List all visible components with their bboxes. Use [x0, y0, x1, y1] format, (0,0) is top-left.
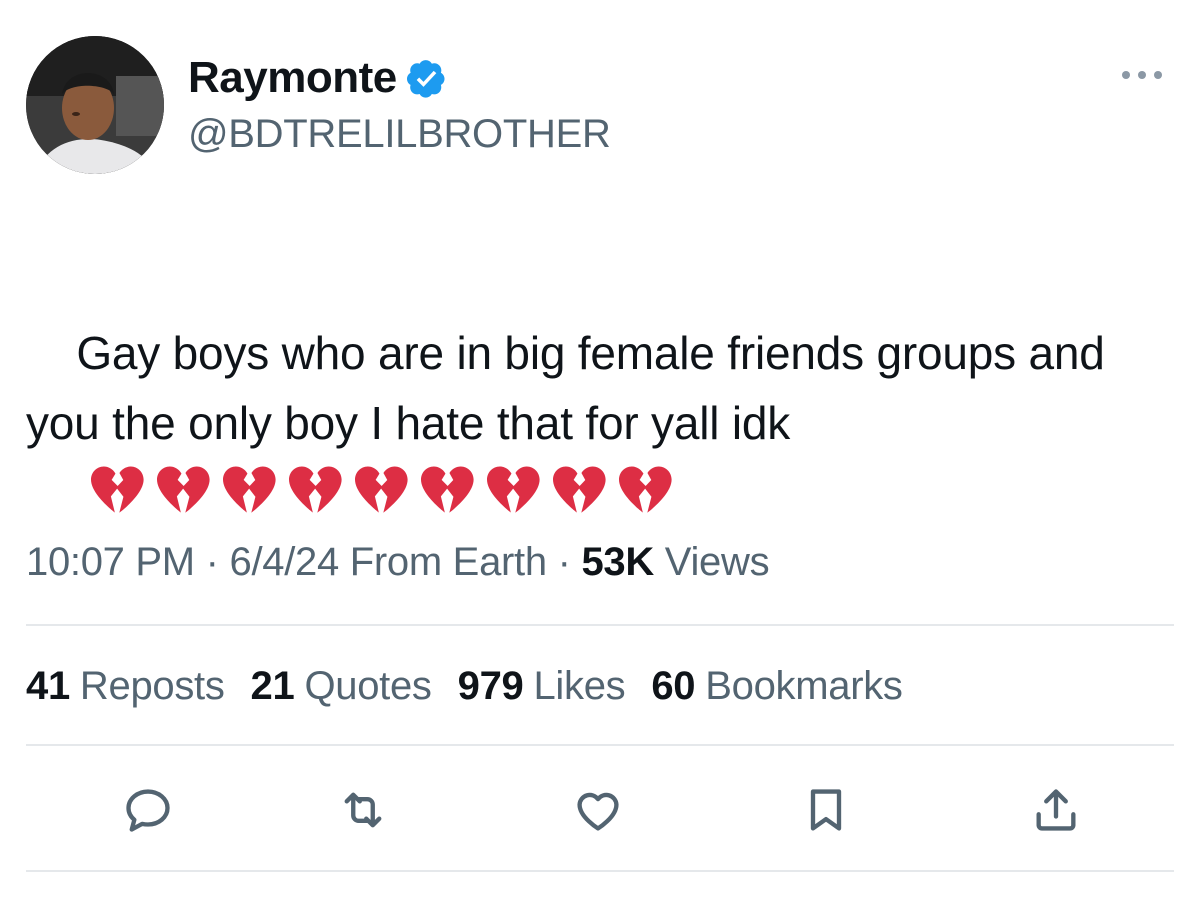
emoji-run: [76, 465, 683, 519]
stat-count: 979: [457, 664, 524, 708]
tweet-time[interactable]: 10:07 PM: [26, 540, 195, 584]
broken-heart-icon: [485, 465, 541, 517]
divider: [26, 744, 1174, 746]
stat-label: Bookmarks: [705, 664, 903, 708]
tweet-card: Raymonte @BDTRELILBROTHER Gay boys who a…: [0, 0, 1200, 898]
broken-heart-icon: [353, 465, 409, 517]
views-label: Views: [664, 540, 770, 584]
stat-reposts[interactable]: 41 Reposts: [26, 658, 225, 714]
stat-label: Quotes: [304, 664, 432, 708]
reply-button[interactable]: [118, 780, 178, 840]
tweet-text: Gay boys who are in big female friends g…: [26, 327, 1118, 449]
broken-heart-icon: [155, 465, 211, 517]
heart-icon: [577, 792, 619, 831]
bookmark-icon: [810, 789, 842, 831]
broken-heart-icon: [419, 465, 475, 517]
stat-quotes[interactable]: 21 Quotes: [251, 658, 432, 714]
stat-label: Likes: [533, 664, 626, 708]
views-count: 53K: [581, 540, 654, 584]
broken-heart-icon: [287, 465, 343, 517]
avatar[interactable]: [26, 36, 164, 174]
stat-count: 41: [26, 664, 70, 708]
repost-button[interactable]: [333, 780, 393, 840]
broken-heart-icon: [551, 465, 607, 517]
meta-separator-2: ·: [557, 540, 571, 584]
stat-count: 60: [651, 664, 696, 708]
stat-likes[interactable]: 979 Likes: [458, 658, 626, 714]
reply-icon: [126, 789, 170, 832]
author-name-row[interactable]: Raymonte: [188, 50, 447, 106]
tweet-source: From Earth: [349, 540, 547, 584]
share-button[interactable]: [1026, 780, 1086, 840]
stat-count: 21: [250, 664, 295, 708]
more-options-icon[interactable]: [1112, 60, 1172, 90]
author-handle[interactable]: @BDTRELILBROTHER: [188, 108, 611, 160]
divider: [26, 624, 1174, 626]
stat-bookmarks[interactable]: 60 Bookmarks: [651, 658, 903, 714]
verified-badge-icon: [406, 60, 445, 98]
share-icon: [1036, 789, 1076, 831]
bookmark-button[interactable]: [796, 780, 856, 840]
broken-heart-icon: [221, 465, 277, 517]
broken-heart-icon: [617, 465, 673, 517]
like-button[interactable]: [568, 780, 628, 840]
engagement-stats: 41 Reposts 21 Quotes 979 Likes 60 Bookmarks: [26, 658, 929, 714]
tweet-meta: 10:07 PM · 6/4/24 From Earth · 53K Views: [26, 534, 770, 590]
divider: [26, 870, 1174, 872]
tweet-date[interactable]: 6/4/24: [230, 540, 340, 584]
meta-separator: ·: [205, 540, 219, 584]
repost-icon: [344, 792, 382, 828]
stat-label: Reposts: [79, 664, 225, 708]
broken-heart-icon: [89, 465, 145, 517]
display-name[interactable]: Raymonte: [188, 50, 397, 106]
